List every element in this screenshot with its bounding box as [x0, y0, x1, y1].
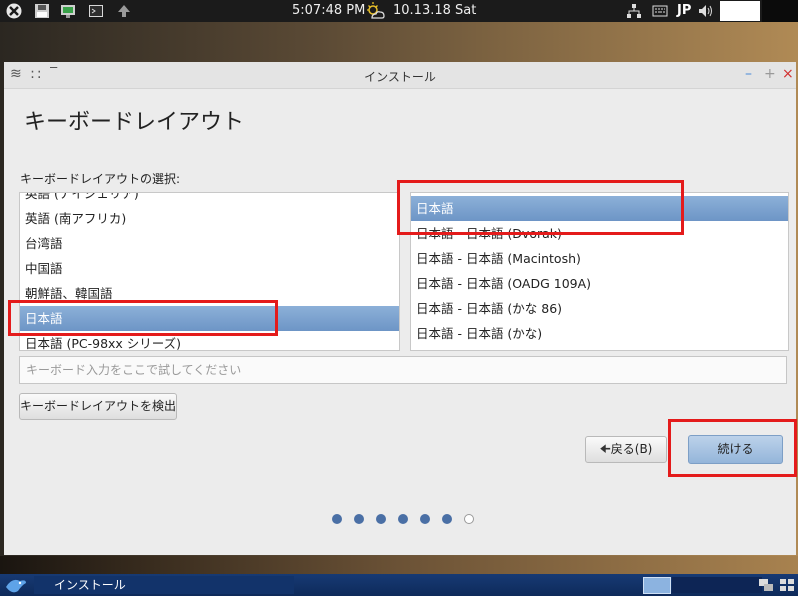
keyboard-icon[interactable] — [652, 3, 668, 19]
taskbar-item-installer[interactable]: インストール — [34, 576, 294, 594]
progress-dot — [442, 514, 452, 524]
list-item[interactable]: 英語 (ナイジェリア) — [20, 193, 399, 206]
back-button-label: 戻る(B) — [610, 442, 653, 456]
arrow-up-icon[interactable] — [116, 3, 132, 19]
start-menu-icon[interactable] — [4, 575, 28, 595]
progress-dot — [354, 514, 364, 524]
list-item[interactable]: 台湾語 — [20, 231, 399, 256]
top-panel: 5:07:48 PM 10.13.18 Sat JP — [0, 0, 798, 22]
list-item[interactable]: 日本語 - 日本語 (かな) — [411, 321, 788, 346]
desktop-strip — [0, 556, 798, 574]
progress-dot — [420, 514, 430, 524]
detect-layout-button[interactable]: キーボードレイアウトを検出 — [19, 393, 177, 420]
variant-list[interactable]: 日本語 日本語 - 日本語 (Dvorak) 日本語 - 日本語 (Macint… — [410, 192, 789, 351]
progress-dot-pending — [464, 514, 474, 524]
window-title: インストール — [364, 70, 436, 84]
clock-date: 10.13.18 Sat — [393, 3, 477, 18]
minimize-icon[interactable]: – — [745, 66, 752, 82]
list-item[interactable]: 日本語 - 日本語 (OADG 109A) — [411, 271, 788, 296]
save-icon[interactable] — [34, 3, 50, 19]
page-title: キーボードレイアウト — [24, 110, 245, 135]
tray-dark-area — [762, 0, 798, 22]
show-desktop-icon[interactable] — [779, 577, 795, 593]
list-item[interactable]: 日本語 - 日本語 (Macintosh) — [411, 246, 788, 271]
list-item[interactable]: 日本語 - 日本語 (かな 86) — [411, 296, 788, 321]
layout-list[interactable]: 英語 (ナイジェリア) 英語 (南アフリカ) 台湾語 中国語 朝鮮語、韓国語 日… — [19, 192, 400, 351]
window-titlebar[interactable]: ≋ :: ‾ インストール – + × — [4, 62, 796, 89]
keyboard-test-input[interactable] — [19, 356, 787, 384]
list-item[interactable]: 日本語 - 日本語 (Dvorak) — [411, 221, 788, 246]
input-method-indicator[interactable]: JP — [677, 3, 691, 18]
list-item[interactable]: 英語 (南アフリカ) — [20, 206, 399, 231]
volume-icon[interactable] — [698, 3, 714, 19]
terminal-icon[interactable] — [88, 3, 104, 19]
list-item[interactable]: 日本語 (PC-98xx シリーズ) — [20, 331, 399, 350]
maximize-icon[interactable]: + — [764, 66, 776, 82]
list-item-selected[interactable]: 日本語 — [20, 306, 399, 331]
monitor-icon[interactable] — [60, 3, 76, 19]
installer-window: ≋ :: ‾ インストール – + × キーボードレイアウト キーボードレイアウ… — [4, 62, 796, 555]
list-item[interactable]: 中国語 — [20, 256, 399, 281]
list-item[interactable]: 朝鮮語、韓国語 — [20, 281, 399, 306]
clock-time: 5:07:48 PM — [292, 3, 366, 18]
network-icon[interactable] — [626, 3, 642, 19]
app-menu-icon[interactable] — [6, 3, 22, 19]
workspace-switcher[interactable] — [643, 577, 671, 594]
continue-button[interactable]: 続ける — [688, 435, 783, 464]
progress-dot — [376, 514, 386, 524]
arrow-left-icon: 🠈 — [599, 442, 611, 456]
window-list-icon[interactable] — [758, 577, 774, 593]
taskbar-empty-area — [672, 577, 762, 593]
close-icon[interactable]: × — [782, 66, 794, 82]
progress-dot — [332, 514, 342, 524]
back-button[interactable]: 🠈戻る(B) — [585, 436, 667, 463]
tray-blank-area — [720, 1, 760, 21]
section-label: キーボードレイアウトの選択: — [20, 172, 181, 186]
list-item-selected[interactable]: 日本語 — [411, 196, 788, 221]
progress-dot — [398, 514, 408, 524]
bottom-taskbar: インストール — [0, 574, 798, 596]
weather-icon — [367, 2, 385, 19]
